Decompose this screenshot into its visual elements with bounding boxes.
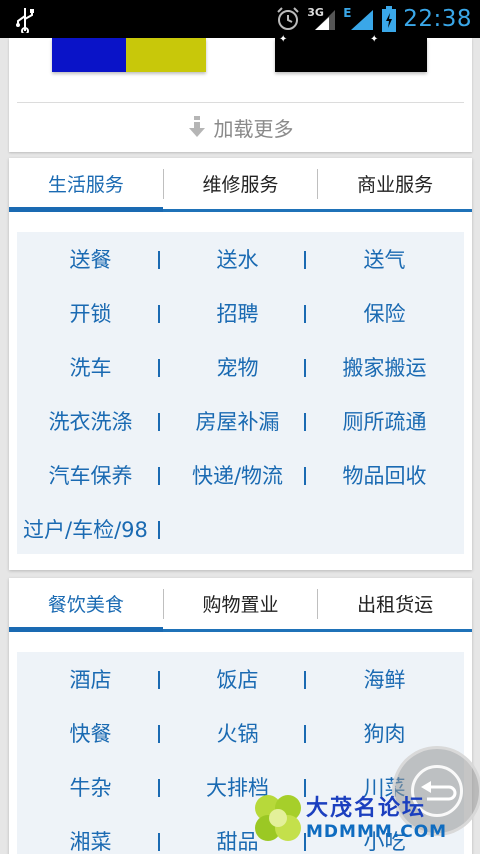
grid-row: 过户/车检/98 (17, 502, 464, 556)
grid-row: 送餐 送水 送气 (17, 232, 464, 286)
watermark-title: 大茂名论坛 (306, 795, 427, 821)
tab-bar: 生活服务 维修服务 商业服务 (9, 158, 472, 212)
category-grid: 送餐 送水 送气 开锁 招聘 保险 洗车 宠物 搬家搬运 洗衣洗涤 房屋补漏 厕… (17, 232, 464, 554)
category-link[interactable]: 物品回收 (311, 460, 458, 490)
tab-life-services[interactable]: 生活服务 (9, 158, 163, 212)
category-link[interactable]: 饭店 (164, 664, 311, 694)
clock: 22:38 (403, 6, 472, 32)
category-link[interactable]: 洗车 (17, 352, 164, 382)
tab-bar: 餐饮美食 购物置业 出租货运 (9, 578, 472, 632)
separator (304, 359, 306, 377)
thumbnail-image[interactable] (52, 38, 206, 72)
separator (304, 251, 306, 269)
category-link[interactable]: 送水 (164, 244, 311, 274)
category-link[interactable]: 湘菜 (17, 826, 164, 854)
separator (304, 671, 306, 689)
status-icons: 3G E 22:38 (275, 0, 472, 38)
load-more-label: 加载更多 (213, 116, 294, 141)
separator (304, 305, 306, 323)
signal-icon: E (343, 6, 375, 32)
category-link[interactable]: 汽车保养 (17, 460, 164, 490)
tab-shopping-property[interactable]: 购物置业 (164, 578, 318, 629)
separator (158, 359, 160, 377)
tab-repair-services[interactable]: 维修服务 (164, 158, 318, 209)
category-link[interactable]: 快递/物流 (164, 460, 311, 490)
grid-row: 洗车 宠物 搬家搬运 (17, 340, 464, 394)
separator (158, 305, 160, 323)
top-card: ✦ ✦ 加载更多 (9, 34, 472, 152)
category-link[interactable]: 宠物 (164, 352, 311, 382)
tab-rental-freight[interactable]: 出租货运 (318, 578, 472, 629)
category-link[interactable]: 快餐 (17, 718, 164, 748)
battery-icon (382, 6, 397, 32)
clover-logo-icon (255, 795, 301, 841)
separator (158, 251, 160, 269)
arrow-down-icon (188, 116, 205, 137)
separator (158, 467, 160, 485)
separator (304, 413, 306, 431)
separator (158, 521, 160, 539)
usb-icon (16, 8, 34, 33)
category-link[interactable]: 酒店 (17, 664, 164, 694)
category-link[interactable]: 厕所疏通 (311, 406, 458, 436)
grid-row: 酒店 饭店 海鲜 (17, 652, 464, 706)
category-link[interactable]: 海鲜 (311, 664, 458, 694)
category-link[interactable]: 狗肉 (311, 718, 458, 748)
category-link[interactable]: 牛杂 (17, 772, 164, 802)
status-bar: 3G E 22:38 (0, 0, 480, 38)
category-link[interactable]: 房屋补漏 (164, 406, 311, 436)
category-link[interactable]: 招聘 (164, 298, 311, 328)
separator (158, 725, 160, 743)
separator (158, 413, 160, 431)
category-link[interactable]: 开锁 (17, 298, 164, 328)
separator (158, 779, 160, 797)
tab-food-dining[interactable]: 餐饮美食 (9, 578, 163, 632)
separator (158, 671, 160, 689)
category-link[interactable]: 过户/车检/98 (17, 514, 148, 544)
separator (158, 833, 160, 851)
category-link[interactable]: 搬家搬运 (311, 352, 458, 382)
separator (304, 725, 306, 743)
category-link[interactable]: 送气 (311, 244, 458, 274)
watermark-subtitle: MDMMM.COM (306, 822, 448, 842)
category-link[interactable]: 保险 (311, 298, 458, 328)
separator (304, 467, 306, 485)
load-more-button[interactable]: 加载更多 (9, 112, 472, 142)
divider (17, 102, 464, 103)
category-link[interactable]: 洗衣洗涤 (17, 406, 164, 436)
tab-business-services[interactable]: 商业服务 (318, 158, 472, 209)
grid-row: 开锁 招聘 保险 (17, 286, 464, 340)
alarm-icon (277, 7, 299, 30)
category-link[interactable]: 送餐 (17, 244, 164, 274)
grid-row: 汽车保养 快递/物流 物品回收 (17, 448, 464, 502)
thumbnail-image[interactable]: ✦ ✦ (275, 34, 427, 72)
category-link[interactable]: 火锅 (164, 718, 311, 748)
service-category-card: 生活服务 维修服务 商业服务 送餐 送水 送气 开锁 招聘 保险 洗车 宠物 搬… (9, 158, 472, 570)
forum-watermark-logo: 大茂名论坛 MDMMM.COM (248, 788, 480, 854)
grid-row: 快餐 火锅 狗肉 (17, 706, 464, 760)
grid-row: 洗衣洗涤 房屋补漏 厕所疏通 (17, 394, 464, 448)
signal-icon: 3G (307, 6, 337, 32)
